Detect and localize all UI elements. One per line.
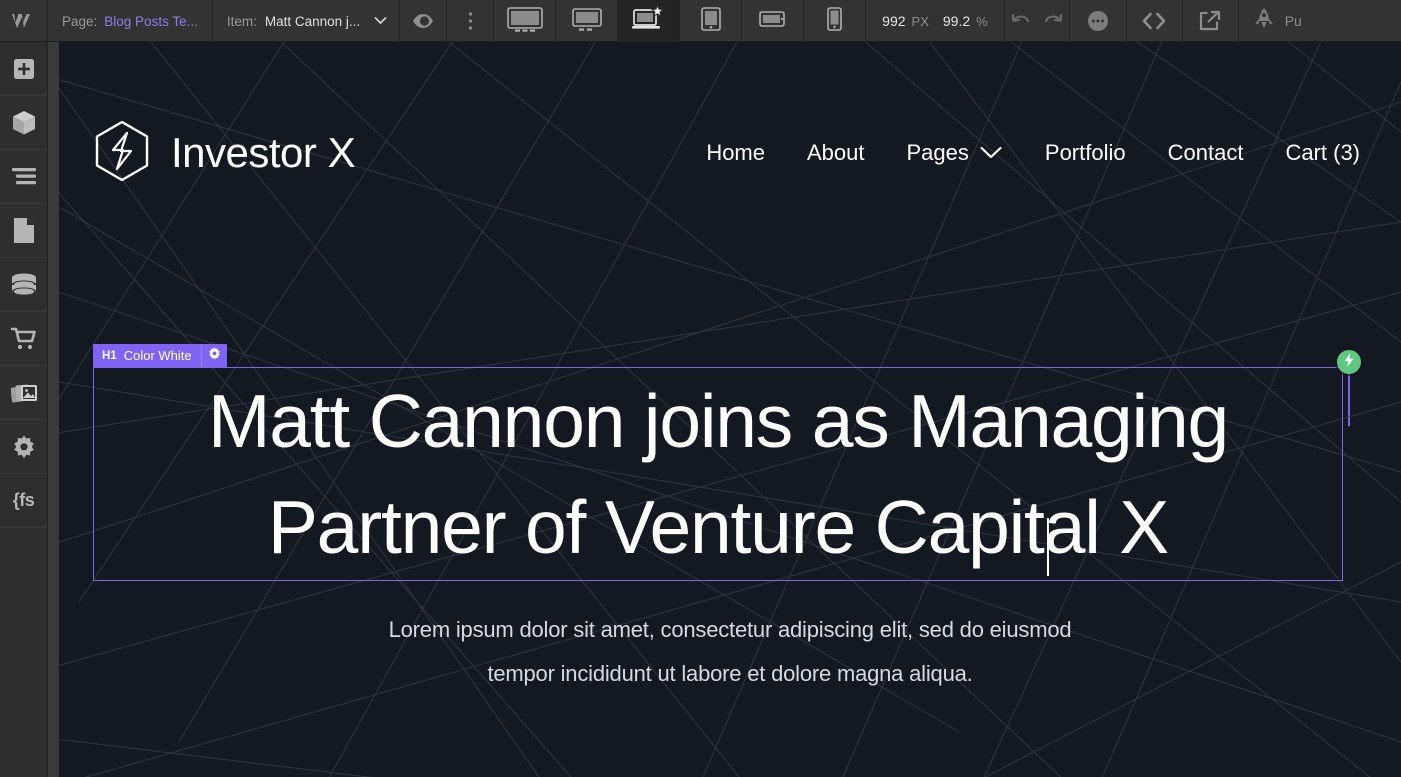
interaction-connector-line (1348, 374, 1350, 426)
more-vertical-icon (468, 11, 473, 31)
site-navbar: Investor X Home About Pages Portfolio Co… (59, 98, 1401, 208)
item-selector[interactable]: Item: Matt Cannon j... (213, 0, 401, 42)
gear-icon (12, 435, 36, 459)
undo-icon (1010, 12, 1032, 30)
text-cursor-caret (1047, 518, 1049, 576)
nav-link-pages[interactable]: Pages (907, 140, 1003, 166)
breakpoint-desktop-1920[interactable] (494, 0, 557, 42)
nav-link-cart[interactable]: Cart (3) (1285, 140, 1360, 166)
database-icon (11, 273, 37, 297)
publish-button[interactable]: Pu (1239, 0, 1302, 42)
webflow-logo-button[interactable] (0, 0, 48, 42)
sidebar-navigator[interactable] (0, 150, 47, 204)
nav-link-label: Pages (906, 140, 969, 165)
nav-link-label: Portfolio (1044, 140, 1126, 165)
sidebar-panel-rail (48, 42, 59, 777)
site-brand[interactable]: Investor X (93, 120, 356, 187)
nav-link-portfolio[interactable]: Portfolio (1045, 140, 1126, 166)
selection-tag: H1 (102, 349, 117, 362)
lightning-bolt-icon (1343, 352, 1355, 372)
site-nav-menu: Home About Pages Portfolio Contact Cart … (706, 140, 1367, 166)
selection-class-name: Color White (123, 348, 192, 363)
tablet-portrait-icon (700, 6, 722, 37)
sidebar-ecommerce[interactable] (0, 312, 47, 366)
hexagon-bolt-logo-icon (93, 120, 151, 187)
page-label: Page: (62, 13, 98, 29)
undo-button[interactable] (1005, 0, 1038, 42)
zoom-value: 99.2 (942, 13, 971, 29)
selection-badge[interactable]: H1 Color White (93, 344, 227, 367)
plus-square-icon (13, 58, 35, 80)
sidebar-cms[interactable] (0, 258, 47, 312)
redo-icon (1042, 12, 1064, 30)
design-canvas[interactable]: Investor X Home About Pages Portfolio Co… (59, 42, 1401, 777)
laptop-star-icon (631, 3, 666, 38)
chevron-down-icon (979, 140, 1003, 166)
breakpoint-tablet[interactable] (680, 0, 743, 42)
sidebar-logic[interactable]: {fs (0, 474, 47, 528)
breakpoint-desktop-1440[interactable] (556, 0, 619, 42)
canvas-width-unit: PX (911, 13, 929, 29)
selection-badge-label: H1 Color White (93, 344, 201, 367)
canvas-width-value: 992 (882, 13, 906, 29)
nav-link-home[interactable]: Home (706, 140, 765, 166)
images-stack-icon (10, 382, 37, 404)
breakpoint-mobile-portrait[interactable] (804, 0, 867, 42)
gear-icon (208, 346, 221, 365)
preview-toggle-button[interactable] (400, 0, 448, 42)
cube-icon (12, 110, 36, 136)
breakpoint-base-laptop[interactable] (618, 0, 681, 42)
sidebar-components[interactable] (0, 96, 47, 150)
phone-icon (826, 6, 843, 37)
navigator-lines-icon (11, 168, 36, 185)
page-selector[interactable]: Page: Blog Posts Te... (48, 0, 213, 42)
page-document-icon (13, 218, 34, 243)
breakpoint-mobile-landscape[interactable] (742, 0, 805, 42)
zoom-unit: % (976, 13, 988, 29)
nav-link-about[interactable]: About (807, 140, 865, 166)
code-view-button[interactable] (1127, 0, 1183, 42)
monitor-large-icon (506, 6, 543, 37)
left-sidebar: {fs (0, 42, 48, 777)
heading-line-2: Partner of Venture Capital X (267, 485, 1169, 569)
page-value: Blog Posts Te... (104, 13, 198, 29)
top-toolbar: Page: Blog Posts Te... Item: Matt Cannon… (0, 0, 1401, 42)
subtitle-line-2: tempor incididunt ut labore et dolore ma… (487, 661, 973, 686)
heading-h1[interactable]: Matt Cannon joins as Managing Partner of… (94, 368, 1342, 580)
nav-link-label: Cart (3) (1285, 140, 1360, 165)
rocket-publish-icon (1253, 7, 1275, 36)
nav-link-label: About (807, 140, 865, 165)
sidebar-assets[interactable] (0, 366, 47, 420)
nav-link-label: Home (706, 140, 765, 165)
brand-name: Investor X (171, 129, 356, 176)
shopping-cart-icon (10, 327, 37, 351)
item-value: Matt Cannon j... (264, 13, 361, 29)
export-button[interactable] (1183, 0, 1239, 42)
selected-element-h1[interactable]: H1 Color White Matt Cannon joins as Mana… (93, 344, 1361, 581)
subtitle-line-1: Lorem ipsum dolor sit amet, consectetur … (388, 617, 1072, 642)
chevron-down-icon (374, 12, 387, 30)
item-label: Item: (226, 13, 257, 29)
eye-preview-icon (411, 12, 435, 30)
export-share-icon (1198, 10, 1222, 32)
sidebar-add-elements[interactable] (0, 42, 47, 96)
nav-link-contact[interactable]: Contact (1168, 140, 1244, 166)
selection-settings-button[interactable] (200, 344, 227, 367)
code-brackets-icon (1141, 11, 1167, 31)
canvas-size-readout[interactable]: 992 PX 99.2 % (866, 0, 1005, 42)
publish-label: Pu (1284, 13, 1302, 29)
sidebar-pages[interactable] (0, 204, 47, 258)
subtitle-paragraph[interactable]: Lorem ipsum dolor sit amet, consectetur … (59, 608, 1401, 696)
nav-link-label: Contact (1167, 140, 1244, 165)
webflow-logo-icon (11, 11, 37, 31)
monitor-medium-icon (571, 6, 602, 37)
tablet-landscape-icon (758, 9, 787, 34)
heading-line-1: Matt Cannon joins as Managing (208, 378, 1229, 463)
redo-button[interactable] (1038, 0, 1070, 42)
more-options-button[interactable] (447, 0, 495, 42)
ellipsis-circle-icon (1087, 10, 1109, 32)
sidebar-settings[interactable] (0, 420, 47, 474)
audit-more-button[interactable] (1070, 0, 1127, 42)
fs-brace-icon: {fs (12, 490, 35, 510)
